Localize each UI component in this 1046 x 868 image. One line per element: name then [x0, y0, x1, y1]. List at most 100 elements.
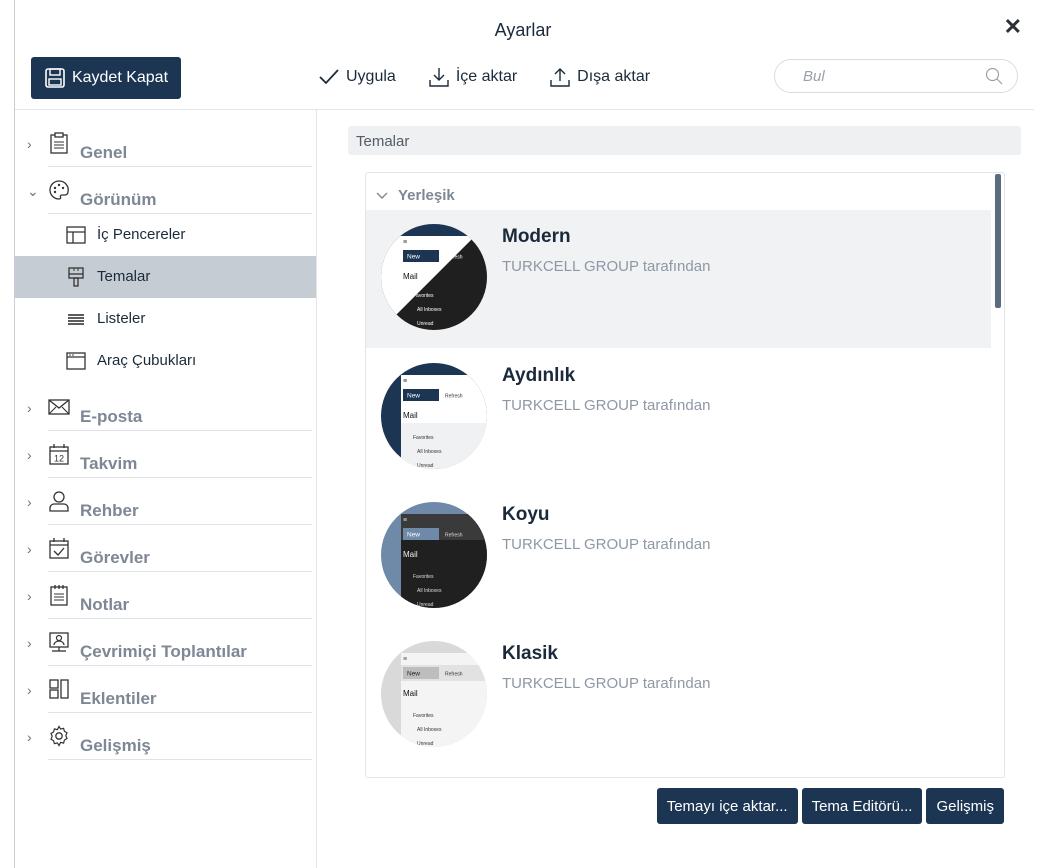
chevron-right-icon: › — [27, 635, 32, 651]
sidebar-item-gorevler[interactable]: › Görevler — [15, 525, 316, 572]
svg-text:Refresh: Refresh — [445, 255, 463, 261]
sidebar-item-label: E-posta — [80, 407, 143, 426]
close-icon[interactable]: ✕ — [1004, 14, 1022, 40]
sidebar-item-label: Görevler — [80, 548, 150, 567]
window-title: Ayarlar — [494, 20, 552, 40]
advanced-button[interactable]: Gelişmiş — [926, 788, 1004, 824]
theme-editor-button[interactable]: Tema Editörü... — [801, 788, 923, 824]
theme-author: TURKCELL GROUP tarafından — [502, 397, 711, 414]
toolbar: Uygula İçe aktar Dışa aktar — [318, 66, 650, 88]
search-box — [774, 59, 1018, 93]
svg-text:Unread: Unread — [417, 602, 434, 608]
svg-text:Unread: Unread — [417, 741, 434, 747]
svg-text:Favorites: Favorites — [413, 574, 434, 580]
svg-text:Refresh: Refresh — [445, 394, 463, 400]
save-icon — [45, 68, 65, 88]
sidebar-subitem-ic-pencereler[interactable]: İç Pencereler — [15, 214, 316, 256]
svg-text:Favorites: Favorites — [413, 293, 434, 299]
group-header-yerlesik[interactable]: Yerleşik — [376, 187, 455, 204]
sidebar-subitem-listeler[interactable]: Listeler — [15, 298, 316, 340]
theme-item-modern[interactable]: ≡ New Refresh Mail Favorites All Inboxes… — [366, 210, 991, 348]
svg-text:Unread: Unread — [417, 463, 434, 469]
svg-text:≡: ≡ — [403, 656, 407, 663]
theme-preview-klasik: ≡ New Refresh Mail Favorites All Inboxes… — [381, 641, 487, 747]
sidebar-item-eklentiler[interactable]: › Eklentiler — [15, 666, 316, 713]
calendar-icon: 12 — [49, 444, 69, 465]
sidebar-item-cevrimici-toplantilar[interactable]: › Çevrimiçi Toplantılar — [15, 619, 316, 666]
sidebar-subitem-arac-cubuklari[interactable]: Araç Çubukları — [15, 340, 316, 382]
theme-name: Modern — [502, 226, 571, 247]
sidebar-item-gorunum[interactable]: ⌄ Görünüm — [15, 167, 316, 214]
svg-text:All Inboxes: All Inboxes — [417, 588, 442, 594]
import-button[interactable]: İçe aktar — [428, 66, 517, 88]
svg-text:Mail: Mail — [403, 689, 418, 698]
theme-preview-koyu: ≡ New Refresh Mail Favorites All Inboxes… — [381, 502, 487, 608]
svg-text:Refresh: Refresh — [445, 672, 463, 678]
sidebar-item-label: Çevrimiçi Toplantılar — [80, 642, 247, 661]
import-theme-button[interactable]: Temayı içe aktar... — [656, 788, 798, 824]
scrollbar-thumb[interactable] — [995, 174, 1001, 308]
sidebar-item-gelismis[interactable]: › Gelişmiş — [15, 713, 316, 760]
theme-item-aydinlik[interactable]: ≡ New Refresh Mail Favorites All Inboxes… — [366, 349, 991, 487]
theme-item-klasik[interactable]: ≡ New Refresh Mail Favorites All Inboxes… — [366, 627, 991, 765]
sidebar-item-e-posta[interactable]: › E-posta — [15, 384, 316, 431]
apply-button[interactable]: Uygula — [318, 66, 396, 88]
clipboard-icon — [50, 132, 68, 154]
sidebar-item-label: Eklentiler — [80, 689, 157, 708]
svg-text:All Inboxes: All Inboxes — [417, 307, 442, 313]
search-input[interactable] — [801, 66, 975, 86]
chevron-right-icon: › — [27, 447, 32, 463]
svg-text:Refresh: Refresh — [445, 533, 463, 539]
sidebar-item-label: Rehber — [80, 501, 139, 520]
check-icon — [319, 69, 339, 85]
sidebar-item-rehber[interactable]: › Rehber — [15, 478, 316, 525]
theme-item-koyu[interactable]: ≡ New Refresh Mail Favorites All Inboxes… — [366, 488, 991, 626]
chevron-down-icon — [376, 192, 388, 199]
task-icon — [49, 538, 69, 559]
save-close-label: Kaydet Kapat — [71, 69, 169, 86]
export-label: Dışa aktar — [577, 68, 651, 85]
upload-icon — [550, 68, 570, 87]
chevron-right-icon: › — [27, 400, 32, 416]
sidebar-item-label: Gelişmiş — [80, 736, 151, 755]
sidebar-item-label: Takvim — [80, 454, 138, 473]
chevron-right-icon: › — [27, 541, 32, 557]
save-close-button[interactable]: Kaydet Kapat — [31, 57, 181, 99]
theme-author: TURKCELL GROUP tarafından — [502, 675, 711, 692]
theme-author: TURKCELL GROUP tarafından — [502, 536, 711, 553]
calendar-day: 12 — [54, 454, 64, 464]
apply-label: Uygula — [346, 68, 396, 85]
person-icon — [49, 491, 69, 512]
divider — [48, 759, 312, 760]
sidebar-item-label: Notlar — [80, 595, 130, 614]
chevron-right-icon: › — [27, 682, 32, 698]
download-icon — [429, 68, 449, 87]
chevron-right-icon: › — [27, 588, 32, 604]
chevron-right-icon: › — [27, 729, 32, 745]
svg-text:Mail: Mail — [403, 411, 418, 420]
sidebar-item-genel[interactable]: › Genel — [15, 120, 316, 167]
note-icon — [50, 585, 68, 606]
svg-text:Favorites: Favorites — [413, 435, 434, 441]
import-label: İçe aktar — [455, 68, 518, 85]
sidebar-item-label: Görünüm — [80, 190, 157, 209]
svg-text:≡: ≡ — [403, 378, 407, 385]
group-title: Yerleşik — [398, 187, 455, 204]
theme-author: TURKCELL GROUP tarafından — [502, 258, 711, 275]
export-button[interactable]: Dışa aktar — [549, 66, 650, 88]
svg-text:New: New — [407, 254, 420, 261]
svg-text:Mail: Mail — [403, 272, 418, 281]
svg-text:New: New — [407, 393, 420, 400]
svg-text:Unread: Unread — [417, 321, 434, 327]
window-icon — [66, 352, 86, 370]
sidebar-item-takvim[interactable]: › 12 Takvim — [15, 431, 316, 478]
theme-preview-aydinlik: ≡ New Refresh Mail Favorites All Inboxes… — [381, 363, 487, 469]
theme-name: Koyu — [502, 504, 550, 525]
sidebar-item-notlar[interactable]: › Notlar — [15, 572, 316, 619]
sidebar-subitem-temalar[interactable]: Temalar — [15, 256, 316, 298]
svg-text:Favorites: Favorites — [413, 713, 434, 719]
svg-text:New: New — [407, 532, 420, 539]
settings-sidebar: › Genel ⌄ Görünüm İç Pencereler Temalar … — [15, 110, 317, 868]
svg-text:≡: ≡ — [403, 239, 407, 246]
search-icon[interactable] — [985, 67, 1003, 85]
